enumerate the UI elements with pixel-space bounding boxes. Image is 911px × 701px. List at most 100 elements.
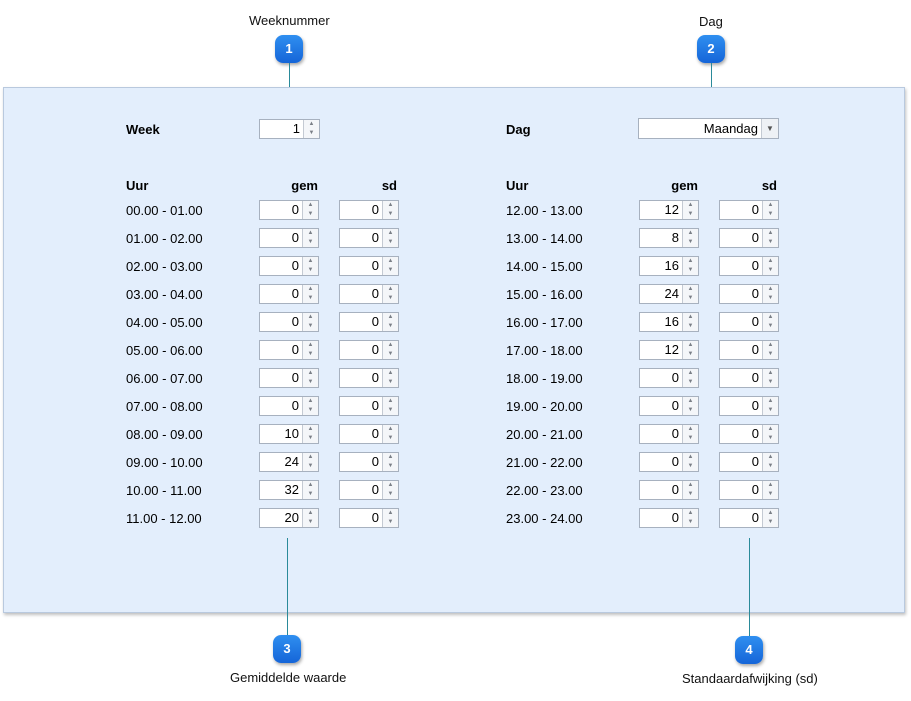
spin-arrows[interactable]: ▲ ▼ [762,453,778,471]
spin-arrows[interactable]: ▲ ▼ [302,285,318,303]
spin-up-icon[interactable]: ▲ [683,425,698,434]
gem-value[interactable]: 0 [640,481,682,499]
sd-value[interactable]: 0 [720,257,762,275]
spin-arrows[interactable]: ▲ ▼ [302,397,318,415]
spin-arrows[interactable]: ▲ ▼ [382,481,398,499]
spin-arrows[interactable]: ▲ ▼ [762,397,778,415]
gem-value[interactable]: 12 [640,341,682,359]
spin-down-icon[interactable]: ▼ [683,378,698,387]
sd-spinner[interactable]: 0 ▲ ▼ [719,424,779,444]
sd-value[interactable]: 0 [340,341,382,359]
gem-spinner[interactable]: 12 ▲ ▼ [639,340,699,360]
spin-down-icon[interactable]: ▼ [763,322,778,331]
sd-spinner[interactable]: 0 ▲ ▼ [339,396,399,416]
sd-value[interactable]: 0 [720,285,762,303]
sd-spinner[interactable]: 0 ▲ ▼ [719,200,779,220]
spin-down-icon[interactable]: ▼ [303,406,318,415]
spin-down-icon[interactable]: ▼ [763,294,778,303]
gem-spinner[interactable]: 0 ▲ ▼ [639,424,699,444]
spin-down-icon[interactable]: ▼ [303,378,318,387]
spin-up-icon[interactable]: ▲ [383,201,398,210]
spin-up-icon[interactable]: ▲ [383,481,398,490]
gem-spinner[interactable]: 0 ▲ ▼ [259,396,319,416]
spin-up-icon[interactable]: ▲ [303,397,318,406]
sd-spinner[interactable]: 0 ▲ ▼ [339,508,399,528]
sd-value[interactable]: 0 [340,229,382,247]
spin-up-icon[interactable]: ▲ [303,481,318,490]
gem-spinner[interactable]: 0 ▲ ▼ [259,340,319,360]
gem-spinner[interactable]: 0 ▲ ▼ [259,368,319,388]
gem-spinner[interactable]: 16 ▲ ▼ [639,256,699,276]
sd-value[interactable]: 0 [340,481,382,499]
spin-up-icon[interactable]: ▲ [304,120,319,129]
sd-spinner[interactable]: 0 ▲ ▼ [719,396,779,416]
sd-value[interactable]: 0 [340,285,382,303]
spin-down-icon[interactable]: ▼ [763,462,778,471]
sd-value[interactable]: 0 [340,313,382,331]
spin-arrows[interactable]: ▲ ▼ [682,481,698,499]
week-spin-arrows[interactable]: ▲ ▼ [303,120,319,138]
sd-value[interactable]: 0 [340,369,382,387]
gem-spinner[interactable]: 10 ▲ ▼ [259,424,319,444]
sd-spinner[interactable]: 0 ▲ ▼ [339,200,399,220]
spin-down-icon[interactable]: ▼ [763,518,778,527]
spin-up-icon[interactable]: ▲ [763,313,778,322]
week-value[interactable]: 1 [260,120,303,138]
spin-arrows[interactable]: ▲ ▼ [762,201,778,219]
spin-down-icon[interactable]: ▼ [683,462,698,471]
spin-down-icon[interactable]: ▼ [683,238,698,247]
spin-up-icon[interactable]: ▲ [763,397,778,406]
spin-up-icon[interactable]: ▲ [763,257,778,266]
spin-arrows[interactable]: ▲ ▼ [382,509,398,527]
spin-down-icon[interactable]: ▼ [303,294,318,303]
sd-spinner[interactable]: 0 ▲ ▼ [719,284,779,304]
spin-arrows[interactable]: ▲ ▼ [682,453,698,471]
spin-up-icon[interactable]: ▲ [683,201,698,210]
gem-spinner[interactable]: 8 ▲ ▼ [639,228,699,248]
spin-up-icon[interactable]: ▲ [683,481,698,490]
spin-arrows[interactable]: ▲ ▼ [762,341,778,359]
spin-arrows[interactable]: ▲ ▼ [682,341,698,359]
sd-spinner[interactable]: 0 ▲ ▼ [719,228,779,248]
gem-spinner[interactable]: 20 ▲ ▼ [259,508,319,528]
spin-arrows[interactable]: ▲ ▼ [382,341,398,359]
gem-spinner[interactable]: 0 ▲ ▼ [259,200,319,220]
spin-down-icon[interactable]: ▼ [303,434,318,443]
spin-up-icon[interactable]: ▲ [763,201,778,210]
gem-spinner[interactable]: 0 ▲ ▼ [639,396,699,416]
spin-up-icon[interactable]: ▲ [763,509,778,518]
sd-spinner[interactable]: 0 ▲ ▼ [339,368,399,388]
spin-arrows[interactable]: ▲ ▼ [762,285,778,303]
spin-arrows[interactable]: ▲ ▼ [302,481,318,499]
spin-arrows[interactable]: ▲ ▼ [302,313,318,331]
spin-down-icon[interactable]: ▼ [383,378,398,387]
gem-spinner[interactable]: 0 ▲ ▼ [259,228,319,248]
spin-up-icon[interactable]: ▲ [303,369,318,378]
spin-up-icon[interactable]: ▲ [303,509,318,518]
gem-value[interactable]: 16 [640,313,682,331]
spin-arrows[interactable]: ▲ ▼ [682,229,698,247]
sd-spinner[interactable]: 0 ▲ ▼ [339,228,399,248]
sd-spinner[interactable]: 0 ▲ ▼ [339,480,399,500]
sd-spinner[interactable]: 0 ▲ ▼ [719,452,779,472]
spin-up-icon[interactable]: ▲ [683,313,698,322]
gem-spinner[interactable]: 0 ▲ ▼ [259,284,319,304]
spin-down-icon[interactable]: ▼ [383,406,398,415]
gem-spinner[interactable]: 0 ▲ ▼ [639,480,699,500]
spin-arrows[interactable]: ▲ ▼ [682,369,698,387]
spin-up-icon[interactable]: ▲ [763,341,778,350]
spin-arrows[interactable]: ▲ ▼ [302,201,318,219]
sd-value[interactable]: 0 [340,397,382,415]
spin-down-icon[interactable]: ▼ [303,266,318,275]
spin-up-icon[interactable]: ▲ [763,369,778,378]
spin-up-icon[interactable]: ▲ [383,369,398,378]
gem-value[interactable]: 0 [260,201,302,219]
sd-value[interactable]: 0 [340,453,382,471]
sd-spinner[interactable]: 0 ▲ ▼ [339,452,399,472]
spin-down-icon[interactable]: ▼ [303,518,318,527]
spin-down-icon[interactable]: ▼ [383,434,398,443]
spin-up-icon[interactable]: ▲ [383,341,398,350]
spin-arrows[interactable]: ▲ ▼ [382,313,398,331]
spin-down-icon[interactable]: ▼ [763,378,778,387]
spin-up-icon[interactable]: ▲ [303,453,318,462]
